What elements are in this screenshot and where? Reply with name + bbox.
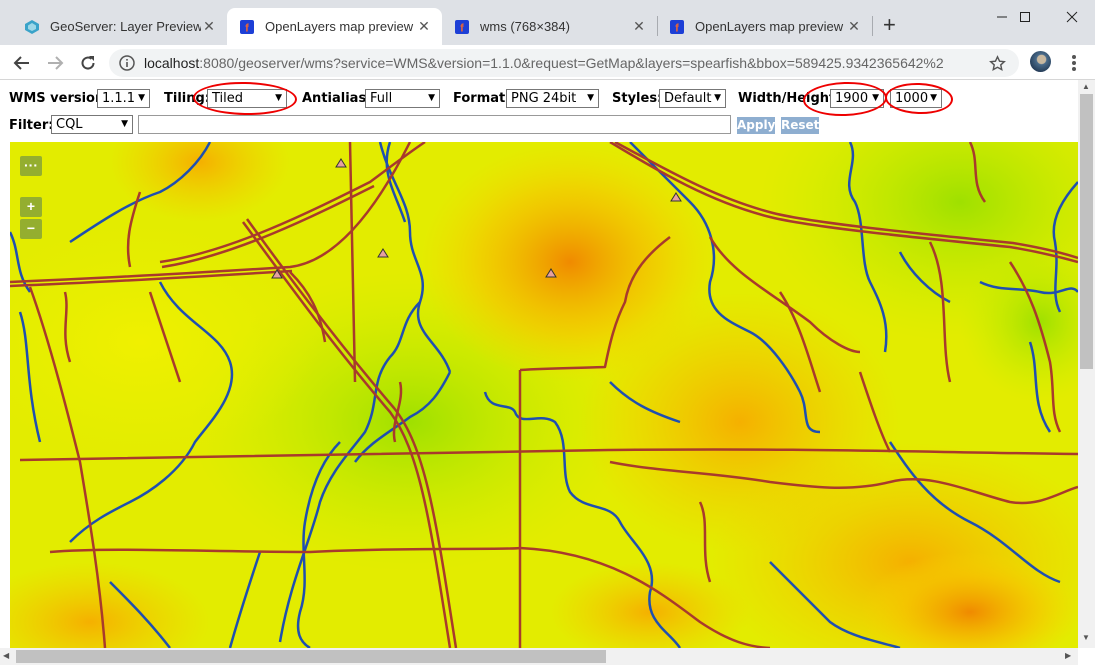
- highlight-tiling: [192, 81, 298, 116]
- chevron-down-icon: ▼: [121, 119, 128, 129]
- reset-button[interactable]: Reset: [781, 117, 819, 134]
- address-bar[interactable]: localhost:8080/geoserver/wms?service=WMS…: [109, 49, 1019, 77]
- horizontal-scroll-thumb[interactable]: [16, 650, 606, 663]
- new-tab-icon[interactable]: +: [883, 13, 896, 37]
- styles-value: Default: [664, 91, 712, 106]
- close-icon[interactable]: ✕: [631, 18, 647, 35]
- openlayers-icon: f: [240, 19, 254, 34]
- apply-button[interactable]: Apply: [737, 117, 775, 134]
- tab-title: OpenLayers map preview: [695, 19, 844, 34]
- pan-control-icon[interactable]: ···: [20, 156, 42, 176]
- filter-type-select[interactable]: CQL ▼: [51, 115, 133, 134]
- chevron-down-icon: ▼: [714, 93, 721, 103]
- url-text: localhost:8080/geoserver/wms?service=WMS…: [144, 55, 944, 71]
- highlight-height: [884, 81, 954, 116]
- maximize-icon[interactable]: [1002, 4, 1048, 30]
- horizontal-scrollbar[interactable]: ◀ ▶: [0, 648, 1078, 665]
- wms-version-value: 1.1.1: [102, 91, 136, 106]
- back-icon[interactable]: [10, 51, 34, 75]
- close-icon[interactable]: ✕: [201, 18, 217, 35]
- chevron-down-icon: ▼: [138, 93, 145, 103]
- svg-text:f: f: [245, 22, 249, 34]
- url-host: localhost: [144, 55, 200, 71]
- tab-geoserver-layer-preview[interactable]: GeoServer: Layer Preview ✕: [12, 8, 227, 45]
- tab-title: GeoServer: Layer Preview: [50, 19, 201, 34]
- styles-label: Styles:: [612, 91, 663, 106]
- zoom-in-button[interactable]: +: [20, 197, 42, 217]
- filter-input[interactable]: [138, 115, 731, 134]
- zoom-out-button[interactable]: −: [20, 219, 42, 239]
- scroll-down-icon[interactable]: ▼: [1082, 633, 1090, 642]
- chevron-down-icon: ▼: [587, 93, 594, 103]
- wms-version-select[interactable]: 1.1.1 ▼: [97, 89, 150, 108]
- svg-text:f: f: [675, 22, 679, 34]
- url-path: :8080/geoserver/wms?service=WMS&version=…: [199, 55, 944, 71]
- antialias-select[interactable]: Full ▼: [365, 89, 440, 108]
- scroll-right-icon[interactable]: ▶: [1065, 651, 1071, 660]
- tab-divider: [872, 16, 873, 36]
- svg-text:f: f: [460, 22, 464, 34]
- format-label: Format:: [453, 91, 511, 106]
- star-icon[interactable]: [989, 55, 1006, 72]
- page-content: WMS version: 1.1.1 ▼ Tiling: Tiled ▼ Antia…: [0, 80, 1078, 648]
- close-icon[interactable]: ✕: [846, 18, 862, 35]
- profile-avatar[interactable]: [1030, 51, 1051, 72]
- wms-map-image: [10, 142, 1078, 648]
- openlayers-icon: f: [670, 19, 684, 34]
- vertical-scroll-thumb[interactable]: [1080, 94, 1093, 369]
- wms-version-label: WMS version:: [9, 91, 110, 106]
- reload-icon[interactable]: [76, 51, 100, 75]
- styles-select[interactable]: Default ▼: [659, 89, 726, 108]
- scroll-left-icon[interactable]: ◀: [3, 651, 9, 660]
- tab-title: wms (768×384): [480, 19, 570, 34]
- tab-wms[interactable]: f wms (768×384) ✕: [442, 8, 657, 45]
- info-icon[interactable]: [119, 55, 135, 71]
- format-value: PNG 24bit: [511, 91, 577, 106]
- tab-strip: GeoServer: Layer Preview ✕ f OpenLayers …: [0, 0, 1095, 45]
- forward-icon[interactable]: [43, 51, 67, 75]
- filter-label: Filter:: [9, 118, 54, 133]
- openlayers-icon: f: [455, 19, 469, 34]
- map-viewport[interactable]: ··· + −: [10, 142, 1078, 648]
- format-select[interactable]: PNG 24bit ▼: [506, 89, 599, 108]
- close-icon[interactable]: ✕: [416, 18, 432, 35]
- tab-openlayers-map-preview-2[interactable]: f OpenLayers map preview ✕: [657, 8, 872, 45]
- scroll-up-icon[interactable]: ▲: [1082, 82, 1090, 91]
- highlight-width: [802, 80, 888, 118]
- chevron-down-icon: ▼: [428, 93, 435, 103]
- tab-title: OpenLayers map preview: [265, 19, 414, 34]
- vertical-scrollbar[interactable]: ▲ ▼: [1078, 80, 1095, 648]
- antialias-label: Antialias:: [302, 91, 372, 106]
- menu-icon[interactable]: [1068, 53, 1080, 73]
- close-window-icon[interactable]: [1049, 4, 1095, 30]
- filter-type-value: CQL: [56, 117, 83, 132]
- tab-openlayers-map-preview[interactable]: f OpenLayers map preview ✕: [227, 8, 442, 45]
- geoserver-icon: [25, 19, 39, 34]
- browser-toolbar: localhost:8080/geoserver/wms?service=WMS…: [0, 45, 1095, 80]
- antialias-value: Full: [370, 91, 393, 106]
